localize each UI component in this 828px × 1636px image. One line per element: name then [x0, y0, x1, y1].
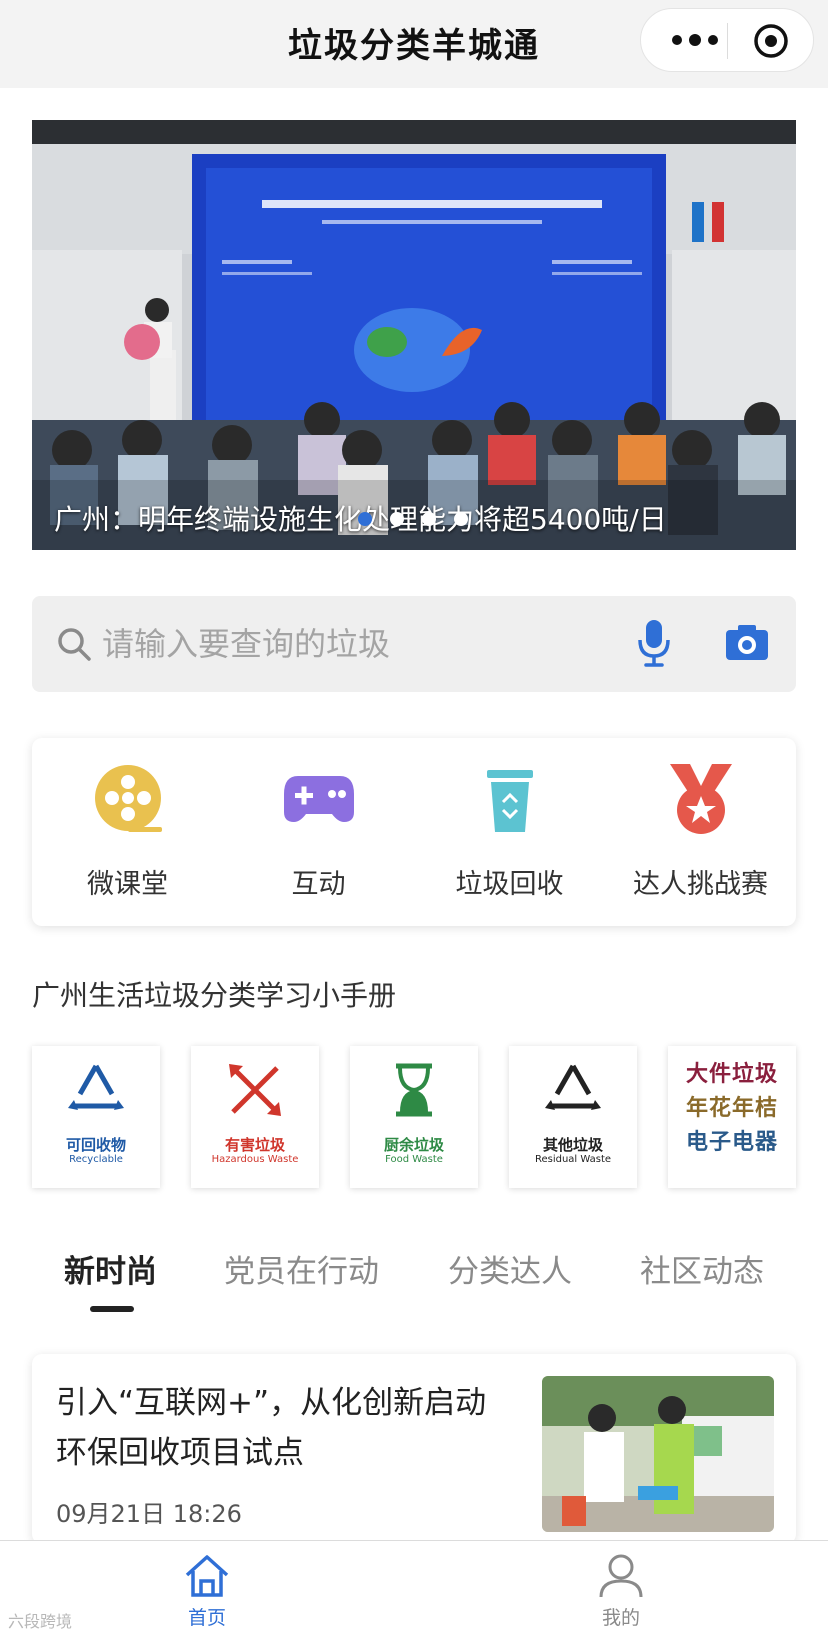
- recycle-bin-icon: [487, 770, 533, 832]
- nav-profile[interactable]: 我的: [521, 1541, 721, 1636]
- hazard-arrows-icon: [229, 1064, 281, 1116]
- news-thumbnail[interactable]: [542, 1376, 774, 1532]
- card-other-categories[interactable]: 大件垃圾 年花年桔 电子电器: [668, 1046, 796, 1188]
- hourglass-icon: [396, 1063, 432, 1117]
- search-bar: [32, 596, 796, 692]
- card-line: 电子电器: [685, 1130, 778, 1155]
- card-subtitle: Residual Waste: [534, 1154, 612, 1165]
- card-food-waste[interactable]: 厨余垃圾 Food Waste: [350, 1046, 478, 1188]
- card-recyclable[interactable]: 可回收物 Recyclable: [32, 1046, 160, 1188]
- gamepad-icon: [284, 776, 354, 822]
- quick-item-label: 微课堂: [87, 869, 168, 900]
- handbook-title: 广州生活垃圾分类学习小手册: [32, 979, 397, 1012]
- search-icon: [58, 628, 91, 661]
- card-title: 厨余垃圾: [383, 1136, 444, 1154]
- news-title[interactable]: 引入“互联网+”，从化创新启动环保回收项目试点: [56, 1378, 516, 1478]
- more-dots-icon[interactable]: [667, 29, 723, 51]
- active-tab-indicator: [90, 1306, 134, 1312]
- quick-menu: 微课堂 互动 垃圾回收 达人挑战赛: [32, 738, 796, 926]
- carousel-dot[interactable]: [454, 512, 468, 526]
- quick-item-micro-class[interactable]: 微课堂: [32, 738, 223, 926]
- microphone-icon[interactable]: [636, 618, 672, 668]
- card-subtitle: Food Waste: [385, 1154, 443, 1165]
- banner-photo: [32, 120, 796, 550]
- banner-carousel[interactable]: 广州：明年终端设施生化处理能力将超5400吨/日: [32, 120, 796, 550]
- quick-item-label: 互动: [291, 869, 346, 900]
- handbook-cards: 可回收物 Recyclable 有害垃圾 Hazardous Waste 厨余垃…: [32, 1046, 796, 1188]
- quick-item-label: 达人挑战赛: [633, 869, 768, 900]
- carousel-dot-active[interactable]: [358, 512, 372, 526]
- card-subtitle: Hazardous Waste: [211, 1154, 299, 1165]
- nav-label: 我的: [601, 1607, 640, 1629]
- carousel-dot[interactable]: [390, 512, 404, 526]
- card-line: 年花年桔: [685, 1096, 778, 1121]
- home-icon: [185, 1555, 229, 1597]
- quick-item-interaction[interactable]: 互动: [223, 738, 414, 926]
- tab-party-members[interactable]: 党员在行动: [224, 1246, 379, 1291]
- nav-home[interactable]: 首页: [107, 1541, 307, 1636]
- film-reel-icon: [95, 765, 162, 832]
- target-close-icon[interactable]: [753, 23, 789, 59]
- carousel-dot[interactable]: [422, 512, 436, 526]
- tab-community[interactable]: 社区动态: [640, 1246, 764, 1291]
- camera-icon[interactable]: [724, 622, 770, 662]
- user-icon: [599, 1554, 643, 1598]
- medal-icon: [670, 764, 732, 834]
- card-residual[interactable]: 其他垃圾 Residual Waste: [509, 1046, 637, 1188]
- news-tabs: 新时尚 党员在行动 分类达人 社区动态: [32, 1246, 796, 1316]
- card-title: 可回收物: [65, 1136, 126, 1154]
- mini-program-capsule: [640, 8, 814, 72]
- bottom-navigation: 首页 我的: [0, 1540, 828, 1636]
- watermark-text: 六段跨境: [8, 1612, 73, 1631]
- tab-new-fashion[interactable]: 新时尚: [64, 1246, 157, 1291]
- quick-item-challenge[interactable]: 达人挑战赛: [605, 738, 796, 926]
- card-hazardous[interactable]: 有害垃圾 Hazardous Waste: [191, 1046, 319, 1188]
- news-item[interactable]: 引入“互联网+”，从化创新启动环保回收项目试点 09月21日 18:26: [32, 1354, 796, 1544]
- nav-label: 首页: [187, 1607, 226, 1629]
- residual-recycle-icon: [545, 1064, 601, 1110]
- card-line: 大件垃圾: [685, 1062, 778, 1087]
- capsule-divider: [727, 23, 728, 59]
- header-bar: 垃圾分类羊城通: [0, 0, 828, 88]
- recycle-icon: [68, 1064, 124, 1110]
- search-input[interactable]: [102, 620, 562, 668]
- card-title: 有害垃圾: [224, 1136, 285, 1154]
- card-subtitle: Recyclable: [69, 1154, 123, 1165]
- quick-item-recycling[interactable]: 垃圾回收: [414, 738, 605, 926]
- tab-sorting-experts[interactable]: 分类达人: [448, 1246, 572, 1291]
- card-title: 其他垃圾: [542, 1136, 603, 1154]
- news-time: 09月21日 18:26: [56, 1500, 242, 1528]
- quick-item-label: 垃圾回收: [455, 869, 564, 900]
